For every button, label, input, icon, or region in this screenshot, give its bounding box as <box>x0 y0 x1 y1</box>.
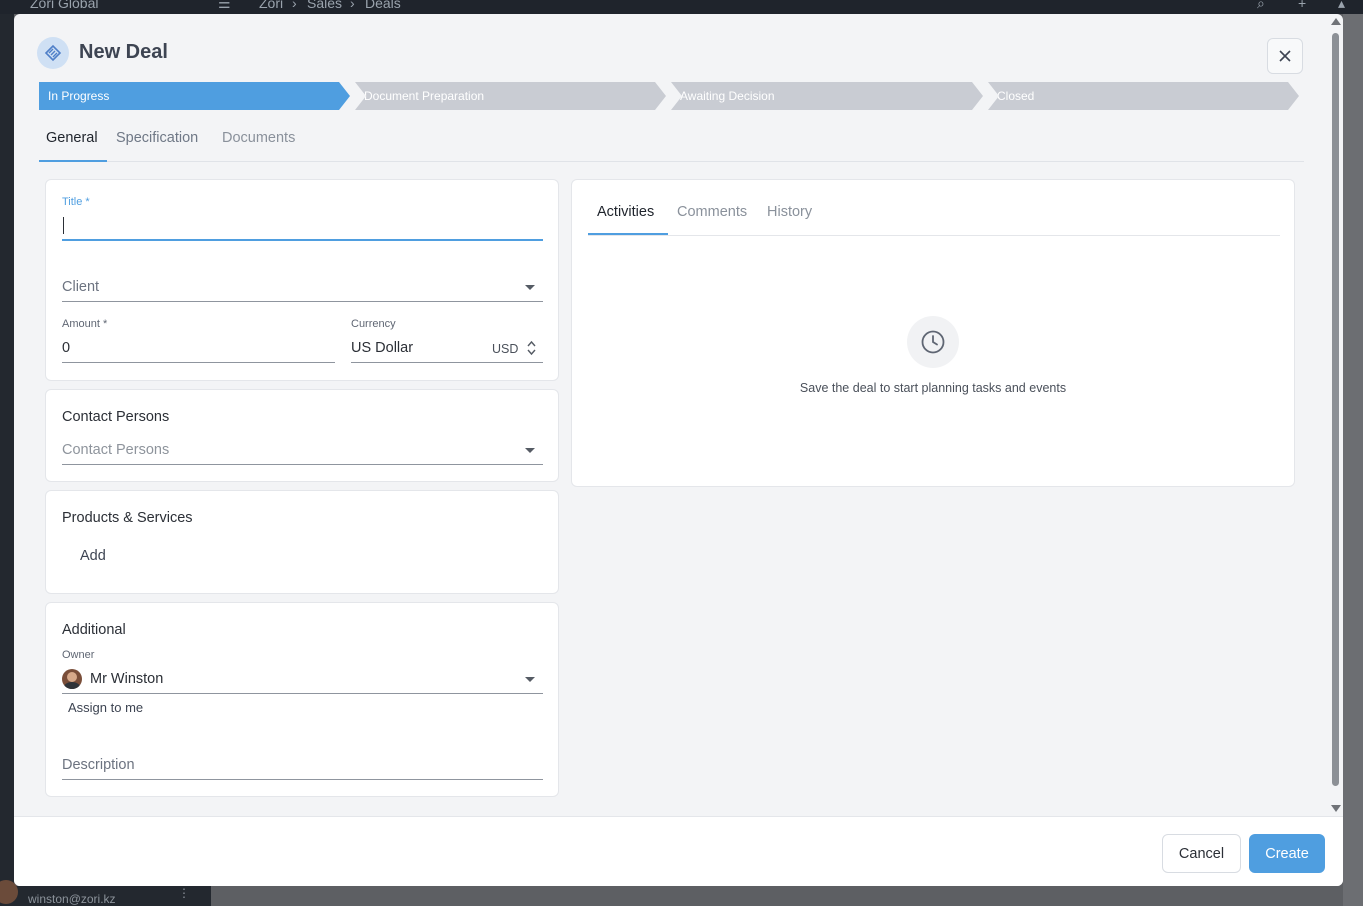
sort-arrows-icon[interactable] <box>527 340 536 356</box>
currency-label: Currency <box>351 318 396 330</box>
background-content <box>1343 14 1363 906</box>
amount-input[interactable]: 0 <box>62 340 70 356</box>
breadcrumb-separator-icon: › <box>350 0 355 11</box>
chevron-down-icon[interactable] <box>525 285 535 290</box>
modal-title: New Deal <box>79 41 168 63</box>
tab-activities[interactable]: Activities <box>597 204 654 220</box>
amount-label: Amount * <box>62 318 108 330</box>
tab-comments[interactable]: Comments <box>677 204 747 220</box>
empty-state-badge <box>907 316 959 368</box>
new-deal-modal: New Deal In Progress Document Preparatio… <box>14 14 1343 886</box>
brand-name: Zori Global <box>30 0 99 11</box>
empty-state-message: Save the deal to start planning tasks an… <box>799 381 1067 395</box>
active-tab-indicator <box>588 233 668 235</box>
stage-pipeline: In Progress Document Preparation Awaitin… <box>39 82 1304 110</box>
description-input[interactable]: Description <box>62 757 135 773</box>
stage-awaiting-decision[interactable]: Awaiting Decision <box>671 82 983 110</box>
add-product-button[interactable]: Add <box>80 548 106 564</box>
modal-header: New Deal <box>14 14 1343 80</box>
client-select[interactable]: Client <box>62 279 99 295</box>
activities-panel: Activities Comments History Save the dea… <box>571 179 1295 487</box>
menu-icon: ☰ <box>218 0 231 11</box>
products-services-heading: Products & Services <box>62 510 193 526</box>
search-icon: ⌕ <box>1257 0 1265 11</box>
contact-persons-card: Contact Persons Contact Persons <box>45 389 559 482</box>
contact-persons-underline <box>62 464 543 465</box>
avatar <box>62 669 82 689</box>
text-cursor <box>63 217 64 234</box>
background-sidebar <box>0 14 14 906</box>
title-label: Title * <box>62 196 90 208</box>
currency-select[interactable]: US Dollar <box>351 340 413 356</box>
modal-footer: Cancel Create <box>14 816 1343 886</box>
stage-in-progress[interactable]: In Progress <box>39 82 350 110</box>
description-underline <box>62 779 543 780</box>
assign-to-me-link[interactable]: Assign to me <box>68 700 143 715</box>
cancel-button[interactable]: Cancel <box>1162 834 1241 873</box>
breadcrumb-item: Zori <box>259 0 284 11</box>
general-card: Title * Client Amount * 0 Currency US Do… <box>45 179 559 381</box>
deal-icon <box>37 37 69 69</box>
background-topbar: Zori Global ☰ Zori › Sales › Deals ⌕ + ▴ <box>0 0 1363 14</box>
create-button[interactable]: Create <box>1249 834 1325 873</box>
plus-icon: + <box>1298 0 1307 11</box>
tabs-divider <box>588 235 1280 236</box>
breadcrumb-separator-icon: › <box>292 0 297 11</box>
active-tab-indicator <box>39 160 107 162</box>
tab-specification[interactable]: Specification <box>116 130 198 160</box>
owner-underline <box>62 693 543 694</box>
scroll-up-icon[interactable] <box>1331 18 1341 25</box>
bell-icon: ▴ <box>1338 0 1346 11</box>
clock-icon <box>921 330 945 354</box>
scrollbar-thumb[interactable] <box>1332 33 1339 786</box>
tab-general[interactable]: General <box>46 130 98 160</box>
tab-history[interactable]: History <box>767 204 812 220</box>
currency-underline <box>351 362 543 363</box>
products-services-card: Products & Services Add <box>45 490 559 594</box>
chevron-down-icon[interactable] <box>525 677 535 682</box>
additional-heading: Additional <box>62 622 126 638</box>
close-icon <box>1279 50 1291 62</box>
contact-persons-select[interactable]: Contact Persons <box>62 442 169 458</box>
title-underline <box>62 239 543 241</box>
client-underline <box>62 301 543 302</box>
user-email: winston@zori.kz <box>28 892 116 906</box>
stage-document-preparation[interactable]: Document Preparation <box>355 82 666 110</box>
tab-documents[interactable]: Documents <box>222 130 295 160</box>
form-tabs: General Specification Documents <box>39 122 1304 162</box>
amount-underline <box>62 362 335 363</box>
close-button[interactable] <box>1267 38 1303 74</box>
owner-select[interactable]: Mr Winston <box>90 671 163 687</box>
additional-card: Additional Owner Mr Winston Assign to me… <box>45 602 559 797</box>
chevron-down-icon[interactable] <box>525 448 535 453</box>
currency-code: USD <box>492 342 519 356</box>
breadcrumb-item: Deals <box>365 0 401 11</box>
scroll-down-icon[interactable] <box>1331 805 1341 812</box>
contact-persons-heading: Contact Persons <box>62 409 170 425</box>
stage-closed[interactable]: Closed <box>988 82 1299 110</box>
more-icon: ⋮ <box>178 886 190 900</box>
background-user-footer: winston@zori.kz ⋮ <box>0 880 211 906</box>
breadcrumb-item: Sales <box>307 0 343 11</box>
owner-label: Owner <box>62 649 95 661</box>
